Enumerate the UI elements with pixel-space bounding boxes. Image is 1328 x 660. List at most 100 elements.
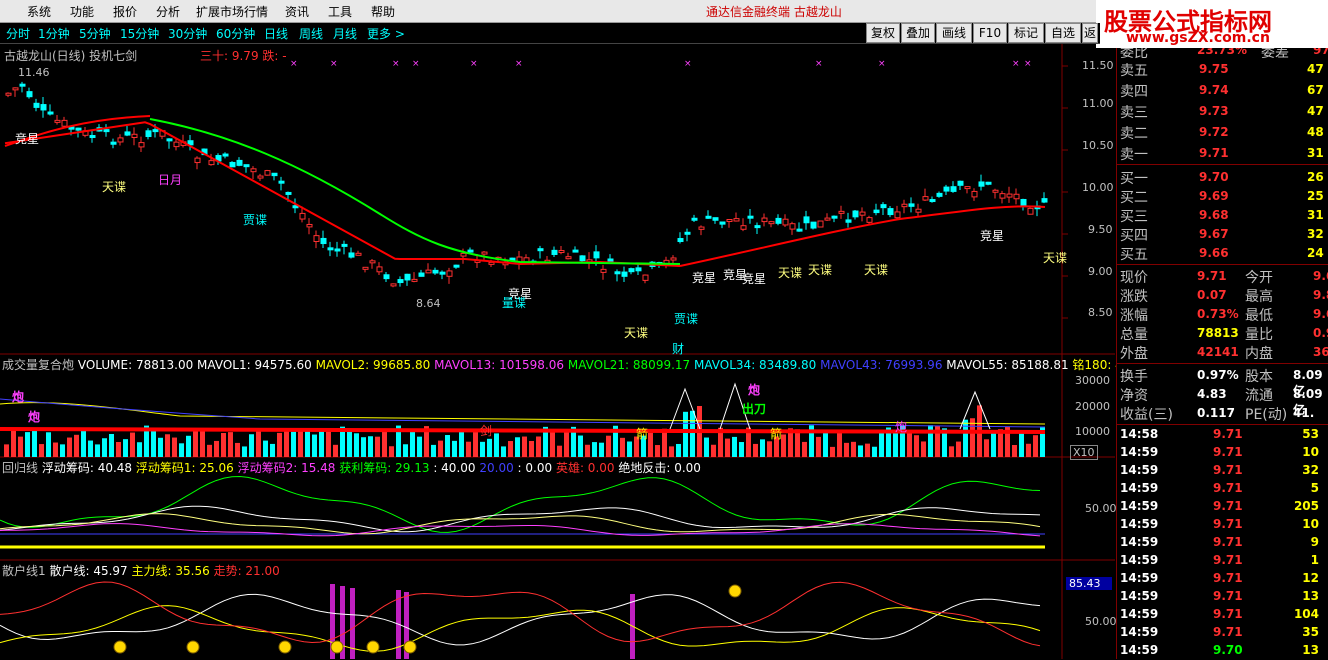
- back-button[interactable]: 返: [1082, 23, 1098, 43]
- signal-label: 竞星: [980, 229, 1005, 243]
- candle-body: [26, 91, 33, 98]
- volume-bar: [102, 438, 107, 457]
- volume-bar: [354, 433, 359, 457]
- stat-value: 78813: [1197, 326, 1239, 340]
- period-tab-60min[interactable]: 60分钟: [216, 25, 255, 42]
- ask-row: 卖五 9.75 47: [1117, 60, 1328, 79]
- candle-body: [397, 279, 404, 284]
- menu-item-tools[interactable]: 工具: [328, 3, 352, 20]
- volume-chart-header: 成交量复合炮 VOLUME: 78813.00 MAVOL1: 94575.60…: [2, 356, 1150, 373]
- candle-body: [488, 261, 495, 265]
- tick-row: 14:59 9.71 10: [1117, 444, 1328, 462]
- candle-body: [558, 250, 565, 254]
- favorite-button[interactable]: 自选: [1045, 23, 1081, 43]
- ask-price: 9.71: [1199, 146, 1229, 160]
- volume-bar: [648, 432, 653, 457]
- volume-bar: [760, 439, 765, 457]
- tick-time: 14:59: [1120, 571, 1159, 585]
- tick-time: 14:59: [1120, 445, 1159, 459]
- tick-row: 14:59 9.71 32: [1117, 462, 1328, 480]
- main-chart-title: 古越龙山(日线) 投机七剑: [4, 49, 138, 63]
- period-tab-more[interactable]: 更多 >: [367, 25, 405, 42]
- smiley-icon: [186, 640, 200, 654]
- tick-row: 14:59 9.71 9: [1117, 534, 1328, 552]
- volume-value: VOLUME: 78813.00: [77, 358, 194, 372]
- volume-bar: [1026, 443, 1031, 457]
- stat-value: 0.9: [1313, 326, 1328, 340]
- volume-bar: [109, 433, 114, 457]
- period-tab-timeshare[interactable]: 分时: [6, 25, 30, 42]
- candle-body: [705, 215, 712, 219]
- volume-bar: [1019, 430, 1024, 457]
- candle-body: [411, 278, 418, 282]
- volume-bar: [984, 439, 989, 457]
- overlay-button[interactable]: 叠加: [901, 23, 935, 43]
- tick-volume: 9: [1310, 535, 1319, 549]
- bid-label: 买五: [1120, 247, 1148, 263]
- candle-body: [110, 141, 117, 145]
- menu-item-quote[interactable]: 报价: [113, 3, 137, 20]
- tick-row: 14:59 9.71 13: [1117, 588, 1328, 606]
- candle-body: [264, 170, 271, 176]
- restore-rights-button[interactable]: 复权: [866, 23, 900, 43]
- watermark-url: www.gsZX.com.cn: [1126, 30, 1270, 46]
- volume-bar: [494, 433, 499, 457]
- volume-bar: [368, 436, 373, 457]
- period-tab-daily[interactable]: 日线: [264, 25, 288, 42]
- smiley-icon: [366, 640, 380, 654]
- candle-body: [54, 119, 61, 123]
- volume-bar: [956, 441, 961, 457]
- volume-bar: [207, 444, 212, 457]
- menu-item-help[interactable]: 帮助: [371, 3, 395, 20]
- menu-item-extended-market[interactable]: 扩展市场行情: [196, 3, 268, 20]
- volume-bar: [18, 436, 23, 457]
- candle-body: [670, 257, 677, 261]
- f10-button[interactable]: F10: [973, 23, 1007, 43]
- candle-body: [425, 269, 432, 274]
- volume-bar: [725, 438, 730, 457]
- volume-bar: [858, 445, 863, 457]
- mavol43-value: MAVOL43: 76993.96: [820, 358, 943, 372]
- signal-label: 天谍: [1043, 251, 1068, 265]
- smiley-icon: [330, 640, 344, 654]
- volume-bar: [221, 432, 226, 457]
- price-axis-tick: 9.50: [1088, 223, 1113, 236]
- candle-body: [404, 273, 411, 281]
- period-tab-weekly[interactable]: 周线: [299, 25, 323, 42]
- volume-bar: [326, 431, 331, 457]
- menu-item-function[interactable]: 功能: [70, 3, 94, 20]
- draw-line-button[interactable]: 画线: [936, 23, 972, 43]
- top-marker: ×: [878, 59, 886, 69]
- candle-body: [796, 228, 803, 232]
- volume-bar: [669, 446, 674, 457]
- volume-mark: 炮: [12, 390, 25, 404]
- candle-body: [761, 217, 768, 223]
- menu-item-news[interactable]: 资讯: [285, 3, 309, 20]
- period-bar: 分时 1分钟 5分钟 15分钟 30分钟 60分钟 日线 周线 月线 更多 >: [0, 23, 1100, 44]
- candle-body: [873, 209, 880, 214]
- volume-bar: [466, 441, 471, 457]
- period-tab-5min[interactable]: 5分钟: [79, 25, 111, 42]
- period-tab-15min[interactable]: 15分钟: [120, 25, 159, 42]
- period-tab-30min[interactable]: 30分钟: [168, 25, 207, 42]
- floating-chips1-line: [0, 513, 1041, 535]
- menu-item-analysis[interactable]: 分析: [156, 3, 180, 20]
- candle-body: [936, 192, 943, 197]
- tick-price: 9.71: [1213, 553, 1243, 567]
- stat-row: 外盘 42141 内盘 3667: [1117, 343, 1328, 362]
- menu-item-system[interactable]: 系统: [27, 3, 51, 20]
- top-marker: ×: [1012, 59, 1020, 69]
- stat-row: 总量 78813 量比 0.9: [1117, 324, 1328, 343]
- volume-bar: [46, 432, 51, 457]
- candle-body: [1027, 207, 1034, 215]
- order-diff-label: 委差: [1261, 48, 1289, 60]
- period-tab-1min[interactable]: 1分钟: [38, 25, 70, 42]
- mark-button[interactable]: 标记: [1008, 23, 1044, 43]
- volume-bar: [921, 441, 926, 457]
- retail-line: [0, 593, 1041, 646]
- tick-price: 9.71: [1213, 607, 1243, 621]
- volume-bar: [627, 441, 632, 457]
- floating-chips2-value: 浮动筹码2: 15.48: [237, 461, 336, 475]
- candle-body: [152, 129, 159, 133]
- period-tab-monthly[interactable]: 月线: [333, 25, 357, 42]
